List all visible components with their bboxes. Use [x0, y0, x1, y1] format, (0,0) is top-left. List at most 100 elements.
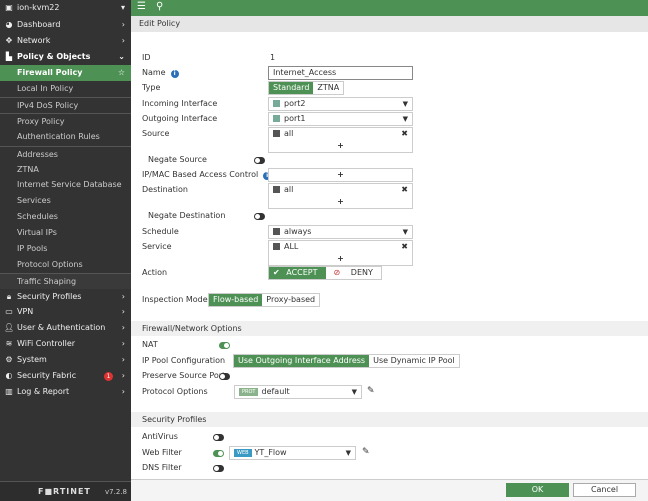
sidebar-item-network[interactable]: ✥ Network › [0, 33, 131, 49]
label: IP Pools [17, 244, 48, 253]
add-icon[interactable]: + [269, 196, 412, 208]
label: Schedules [17, 212, 58, 221]
sidebar-item-virtual-ips[interactable]: Virtual IPs [0, 225, 131, 241]
edit-icon[interactable]: ✎ [362, 447, 370, 457]
label: VPN [17, 307, 34, 316]
negate-destination-label: Negate Destination [148, 211, 226, 220]
add-icon[interactable]: + [269, 140, 412, 152]
outgoing-interface-select[interactable]: port1 ▼ [268, 112, 413, 126]
star-icon[interactable]: ☆ [118, 65, 125, 81]
use-dynamic-ip-pool-option[interactable]: Use Dynamic IP Pool [369, 355, 459, 367]
chevron-right-icon: › [121, 36, 125, 45]
value: always [284, 227, 312, 236]
web-tag: WEB [234, 448, 252, 457]
menu-icon[interactable]: ☰ [137, 1, 146, 12]
type-label: Type [142, 83, 161, 92]
type-ztna[interactable]: ZTNA [313, 82, 343, 94]
label: Security Profiles [17, 292, 82, 301]
search-icon[interactable]: ⚲ [156, 1, 163, 12]
label: User & Authentication [17, 323, 106, 332]
sidebar-item-schedules[interactable]: Schedules [0, 209, 131, 225]
label: IP/MAC Based Access Control [142, 170, 259, 179]
sidebar-item-security-profiles[interactable]: 🔒︎ Security Profiles › [0, 289, 131, 305]
sidebar-item-wifi-controller[interactable]: ≋ WiFi Controller › [0, 336, 131, 352]
negate-source-toggle[interactable] [254, 157, 265, 164]
sidebar-item-authentication-rules[interactable]: Authentication Rules [0, 129, 131, 145]
sidebar-item-local-in-policy[interactable]: Local In Policy [0, 81, 131, 97]
security-profiles-header: Security Profiles [131, 412, 648, 427]
label: System [17, 355, 47, 364]
sidebar-item-addresses[interactable]: Addresses [0, 146, 131, 162]
source-field[interactable]: all ✖ + [268, 127, 413, 153]
device-selector[interactable]: ▣ ion-kvm22 ▾ [0, 0, 131, 16]
device-icon: ▣ [5, 3, 13, 12]
ippool-label: IP Pool Configuration [142, 356, 226, 365]
info-icon[interactable]: i [170, 70, 179, 78]
dashboard-icon: ◕ [5, 20, 13, 29]
sidebar-item-user-authentication[interactable]: 👤︎ User & Authentication › [0, 320, 131, 336]
type-standard[interactable]: Standard [269, 82, 314, 94]
remove-icon[interactable]: ✖ [401, 128, 408, 140]
remove-icon[interactable]: ✖ [401, 184, 408, 196]
sidebar-item-security-fabric[interactable]: ◐ Security Fabric 1 › [0, 368, 131, 384]
chevron-right-icon: › [121, 387, 125, 396]
schedule-select[interactable]: always ▼ [268, 225, 413, 239]
sidebar-item-system[interactable]: ⚙ System › [0, 352, 131, 368]
negate-destination-toggle[interactable] [254, 213, 265, 220]
deny-button[interactable]: ⊘ DENY [326, 267, 381, 279]
sidebar-item-ipv4-dos-policy[interactable]: IPv4 DoS Policy [0, 97, 131, 113]
sidebar-item-proxy-policy[interactable]: Proxy Policy [0, 113, 131, 129]
sidebar-item-policy-objects[interactable]: ▙ Policy & Objects ⌄ [0, 49, 131, 65]
destination-label: Destination [142, 185, 188, 194]
gear-icon: ⚙ [5, 355, 13, 364]
name-input[interactable]: Internet_Access [268, 66, 413, 80]
protocol-options-select[interactable]: PROT default ▼ [234, 385, 362, 399]
cancel-button[interactable]: Cancel [573, 483, 636, 497]
sidebar-item-firewall-policy[interactable]: Firewall Policy ☆ [0, 65, 131, 81]
incoming-interface-select[interactable]: port2 ▼ [268, 97, 413, 111]
service-field[interactable]: ALL ✖ + [268, 240, 413, 266]
outgoing-label: Outgoing Interface [142, 114, 218, 123]
sidebar-item-ip-pools[interactable]: IP Pools [0, 241, 131, 257]
flow-based-option[interactable]: Flow-based [209, 294, 263, 306]
ipmac-label: IP/MAC Based Access Controli [142, 168, 272, 182]
proxy-based-option[interactable]: Proxy-based [262, 294, 319, 306]
use-outgoing-interface-option[interactable]: Use Outgoing Interface Address [234, 355, 370, 367]
webfilter-toggle[interactable] [213, 450, 224, 457]
caret-down-icon: ▼ [351, 388, 357, 396]
ok-button[interactable]: OK [506, 483, 569, 497]
sidebar-item-internet-service-database[interactable]: Internet Service Database [0, 177, 131, 193]
inspection-mode-label: Inspection Mode [142, 295, 208, 304]
ipmac-field[interactable]: + [268, 168, 413, 182]
address-icon [273, 130, 280, 137]
sidebar-item-vpn[interactable]: ▭ VPN › [0, 304, 131, 320]
add-icon[interactable]: + [269, 253, 412, 265]
chevron-right-icon: › [121, 355, 125, 364]
nat-toggle[interactable] [219, 342, 230, 349]
label: Log & Report [17, 387, 70, 396]
sidebar-item-log-report[interactable]: ▥ Log & Report › [0, 384, 131, 400]
label: Local In Policy [17, 84, 74, 93]
antivirus-toggle[interactable] [213, 434, 224, 441]
sidebar-item-traffic-shaping[interactable]: Traffic Shaping [0, 273, 131, 289]
dnsfilter-label: DNS Filter [142, 463, 182, 472]
chevron-right-icon: › [121, 323, 125, 332]
add-icon[interactable]: + [269, 169, 412, 181]
edit-icon[interactable]: ✎ [367, 386, 375, 396]
destination-field[interactable]: all ✖ + [268, 183, 413, 209]
sidebar-item-ztna[interactable]: ZTNA [0, 162, 131, 178]
dnsfilter-toggle[interactable] [213, 465, 224, 472]
port-icon [273, 100, 280, 107]
chevron-right-icon: › [121, 20, 125, 29]
label: Firewall Policy [17, 68, 83, 77]
label: Authentication Rules [17, 132, 100, 141]
accept-button[interactable]: ✔ ACCEPT [269, 267, 326, 279]
lock-icon: 🔒︎ [6, 292, 12, 301]
sidebar-item-dashboard[interactable]: ◕ Dashboard › [0, 17, 131, 33]
webfilter-select[interactable]: WEB YT_Flow ▼ [229, 446, 356, 460]
remove-icon[interactable]: ✖ [401, 241, 408, 253]
sidebar-item-protocol-options[interactable]: Protocol Options [0, 257, 131, 273]
fabric-icon: ◐ [5, 371, 13, 380]
preserve-source-port-toggle[interactable] [219, 373, 230, 380]
sidebar-item-services[interactable]: Services [0, 193, 131, 209]
